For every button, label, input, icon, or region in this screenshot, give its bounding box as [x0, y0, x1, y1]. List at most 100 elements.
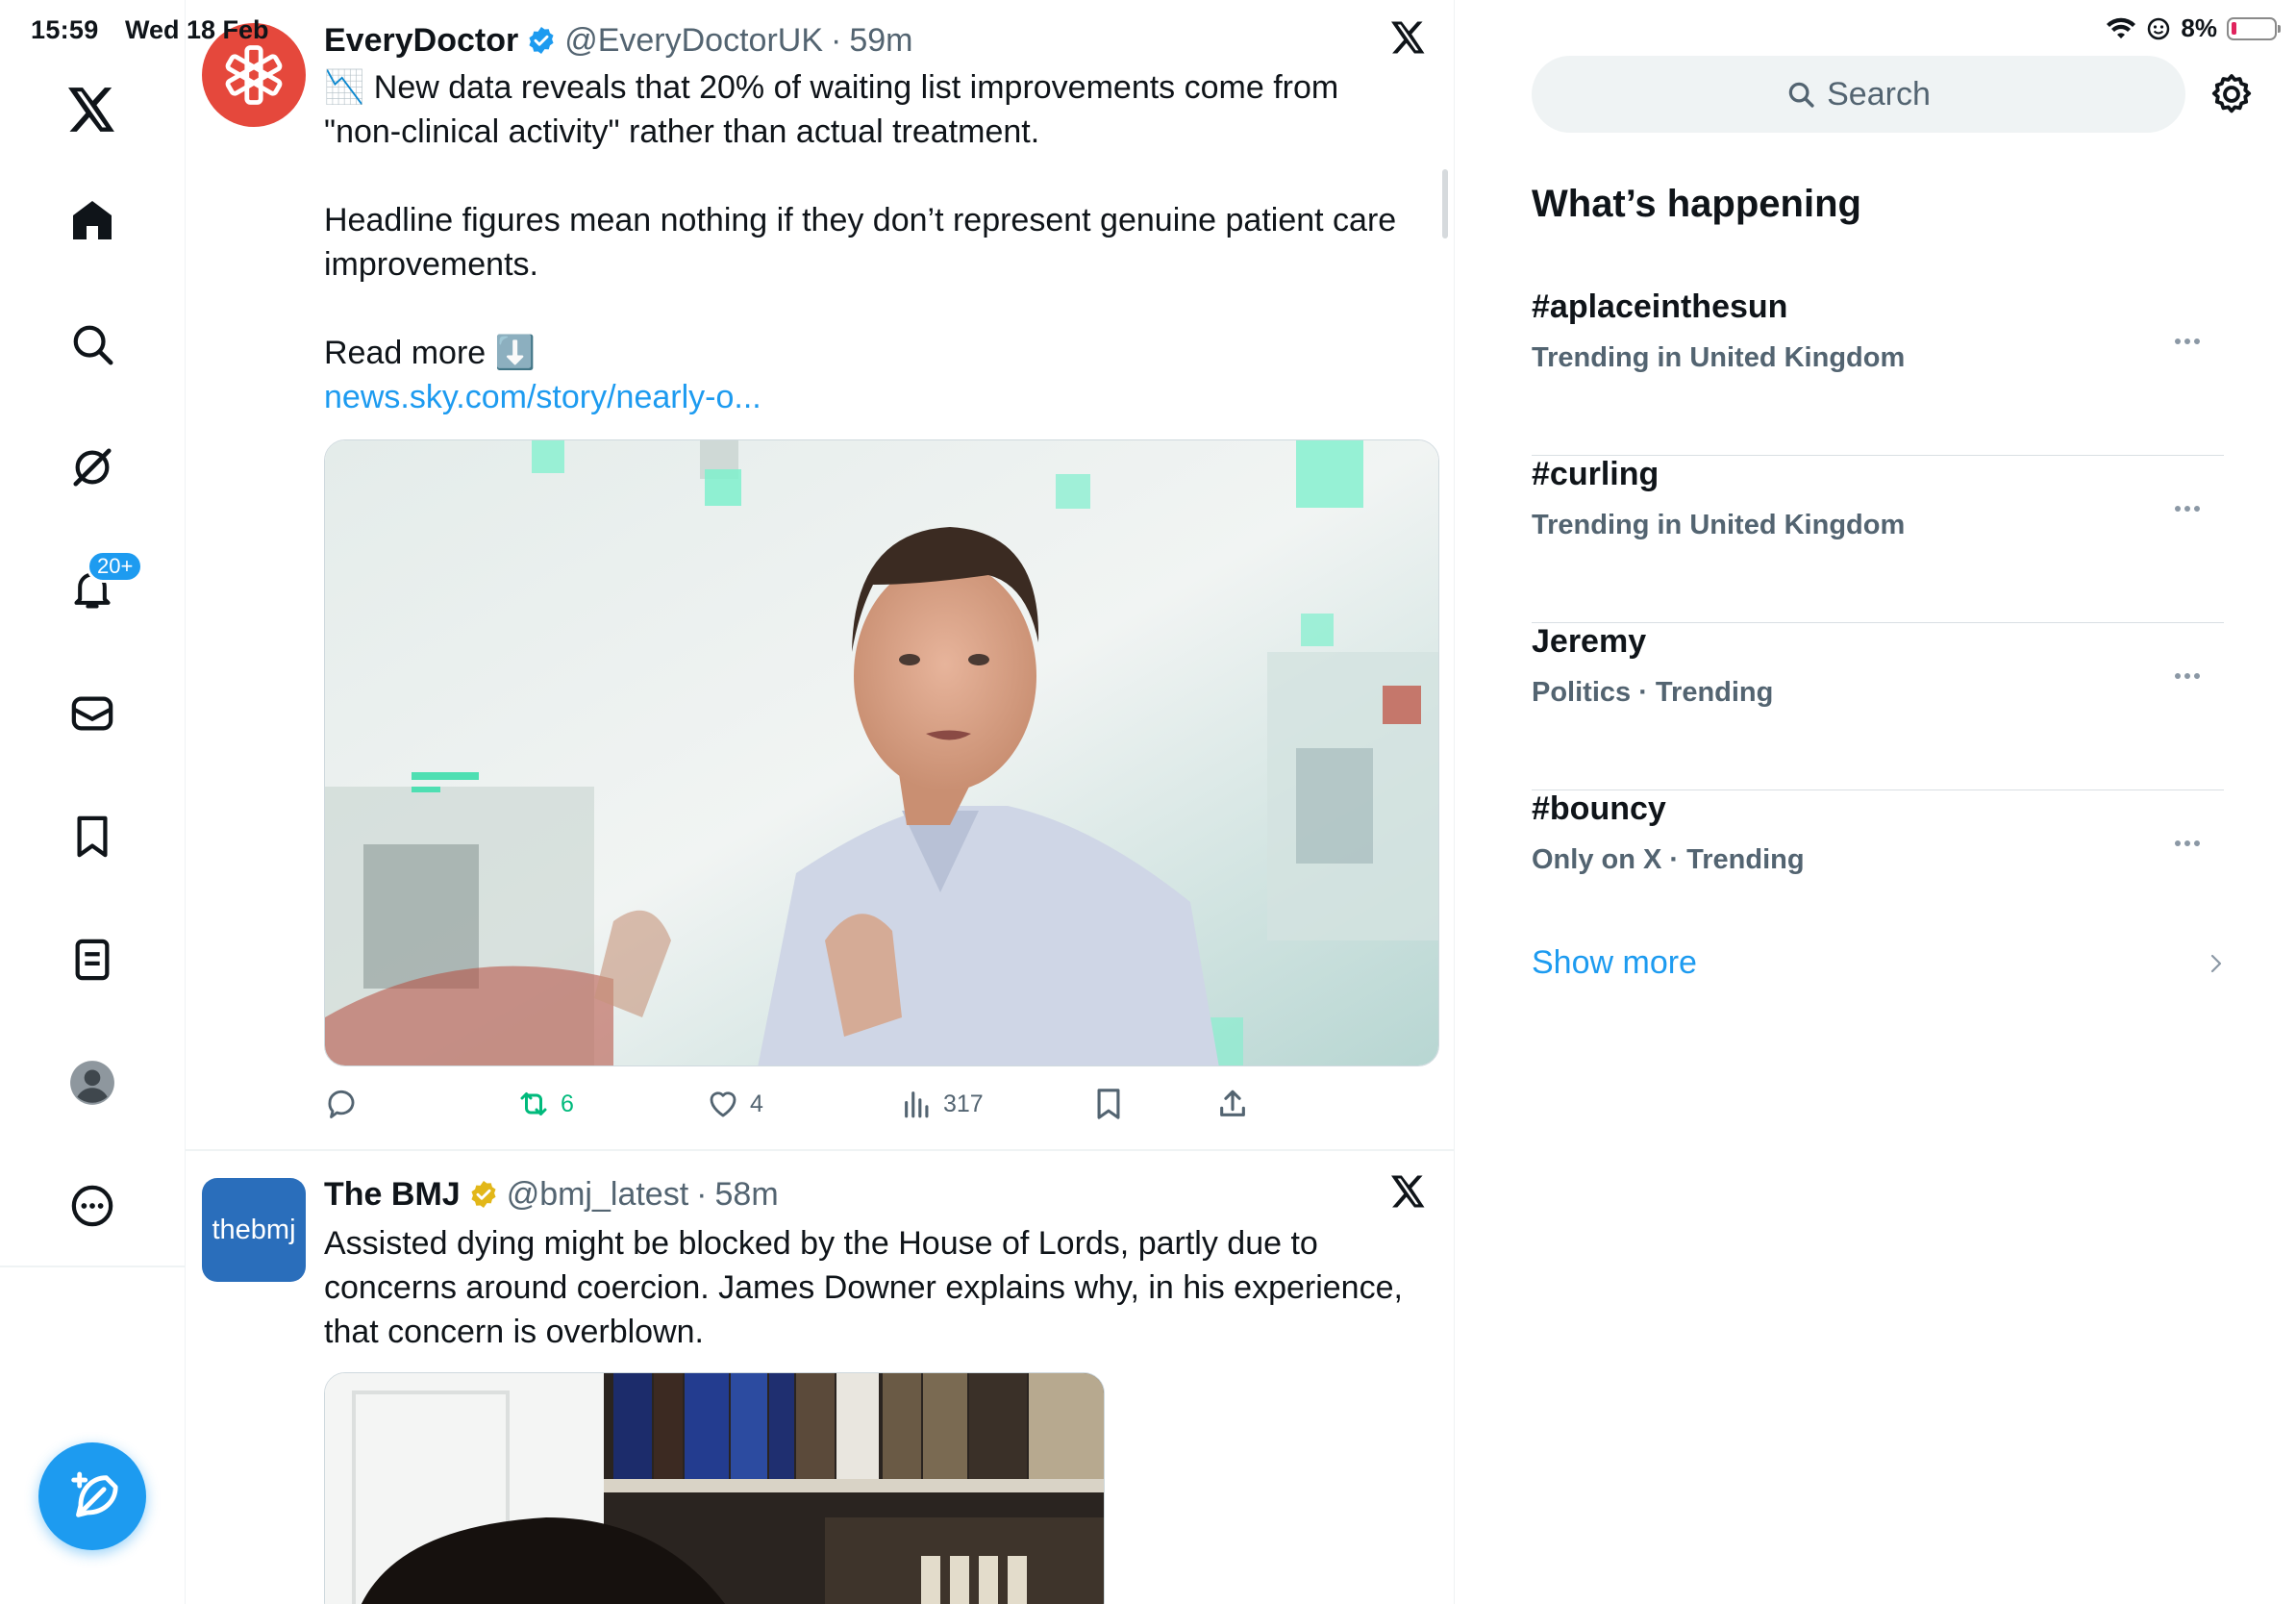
tweet-header: The BMJ @bmj_latest · 58m — [324, 1173, 779, 1216]
search-placeholder: Search — [1827, 75, 1931, 113]
search-icon — [73, 325, 113, 365]
bookmark-icon — [1097, 1089, 1120, 1119]
grok-icon — [73, 448, 112, 487]
trend-meta: Politics · Trending — [1532, 677, 1774, 708]
lists-icon — [75, 939, 110, 981]
retweet-count: 6 — [561, 1090, 574, 1117]
x-source-button[interactable] — [1391, 21, 1434, 63]
tweet-body: Assisted dying might be blocked by the H… — [324, 1221, 1420, 1354]
trend-item[interactable]: #bouncy Only on X · Trending — [1532, 790, 2224, 958]
retweet-button[interactable]: 6 — [516, 1083, 574, 1125]
video-still-bookshelf — [325, 1373, 1104, 1604]
share-icon — [1220, 1090, 1245, 1116]
notifications-badge: 20+ — [87, 550, 144, 583]
author-name[interactable]: The BMJ — [324, 1176, 461, 1214]
feed-scrollbar[interactable] — [1442, 169, 1448, 238]
tweet-time[interactable]: 59m — [849, 22, 912, 60]
trend-name: #curling — [1532, 456, 1660, 492]
search-icon — [1788, 82, 1814, 108]
show-more-link[interactable]: Show more — [1532, 944, 1697, 982]
medical-star-icon — [225, 45, 283, 105]
more-dots-icon[interactable] — [2166, 494, 2209, 523]
trend-item[interactable]: #aplaceinthesun Trending in United Kingd… — [1532, 288, 2224, 456]
avatar-bmj[interactable]: thebmj — [202, 1178, 306, 1282]
more-dots-icon[interactable] — [2166, 662, 2209, 690]
trend-meta: Only on X · Trending — [1532, 844, 1805, 875]
reply-button[interactable] — [324, 1083, 359, 1125]
tweet-time[interactable]: 58m — [715, 1176, 779, 1214]
nav-bookmarks[interactable] — [58, 802, 127, 871]
more-dots-icon[interactable] — [2166, 829, 2209, 858]
share-button[interactable] — [1216, 1083, 1249, 1125]
author-handle[interactable]: @EveryDoctorUK — [564, 22, 823, 60]
analytics-icon — [905, 1091, 929, 1118]
view-count: 317 — [943, 1090, 984, 1117]
trend-name: Jeremy — [1532, 623, 1647, 660]
chevron-right-icon[interactable] — [2205, 950, 2228, 977]
tweet-body: 📉 New data reveals that 20% of waiting l… — [324, 65, 1420, 419]
search-input[interactable]: Search — [1532, 56, 2185, 133]
trend-meta: Trending in United Kingdom — [1532, 510, 1906, 540]
chart-down-emoji: 📉 — [324, 69, 365, 106]
compose-post-button[interactable] — [38, 1442, 146, 1550]
retweet-icon — [520, 1092, 547, 1115]
nav-explore[interactable] — [58, 310, 127, 379]
trend-name: #aplaceinthesun — [1532, 288, 1788, 325]
trend-name: #bouncy — [1532, 790, 1666, 827]
avatar-everydoctor[interactable] — [202, 23, 306, 127]
heart-icon — [710, 1091, 736, 1117]
tweet-link[interactable]: news.sky.com/story/nearly-o... — [324, 375, 1420, 419]
meta-separator: · — [696, 1175, 708, 1213]
nav-grok[interactable] — [58, 433, 127, 502]
like-button[interactable]: 4 — [706, 1083, 763, 1125]
news-photo-man-speaking — [325, 440, 1438, 1065]
tweet-text-paragraph-1: New data reveals that 20% of waiting lis… — [324, 69, 1339, 150]
x-source-button[interactable] — [1391, 1175, 1434, 1217]
settings-button[interactable] — [2209, 71, 2255, 117]
bmj-logo-text: thebmj — [212, 1214, 296, 1245]
meta-separator: · — [831, 21, 842, 59]
tweet-divider — [186, 1149, 1454, 1151]
tweet-text-paragraph-2: Headline figures mean nothing if they do… — [324, 202, 1397, 283]
tweet-actions: 6 4 317 — [324, 1083, 1285, 1125]
tweet-image[interactable] — [324, 1372, 1105, 1604]
nav-profile[interactable] — [58, 1048, 127, 1117]
nav-messages[interactable] — [58, 679, 127, 748]
nav-lists[interactable] — [58, 925, 127, 994]
more-circle-icon — [71, 1185, 113, 1227]
nav-home[interactable] — [58, 186, 127, 255]
nav-notifications[interactable]: 20+ — [58, 550, 144, 625]
like-count: 4 — [750, 1090, 763, 1117]
x-logo-icon — [68, 88, 114, 132]
nav-rail: 20+ — [0, 0, 186, 1604]
profile-avatar-icon — [70, 1061, 114, 1105]
verified-badge-icon — [529, 27, 554, 54]
rail-divider — [0, 1266, 186, 1267]
x-logo-icon — [1391, 21, 1425, 54]
trend-item[interactable]: #curling Trending in United Kingdom — [1532, 456, 2224, 623]
bookmark-icon — [77, 815, 108, 858]
compose-feather-icon — [71, 1471, 118, 1517]
trend-item[interactable]: Jeremy Politics · Trending — [1532, 623, 2224, 790]
x-logo-icon — [1391, 1175, 1425, 1208]
tweet-header: EveryDoctor @EveryDoctorUK · 59m — [324, 19, 912, 62]
x-logo-button[interactable] — [58, 75, 127, 144]
verified-gold-badge-icon — [471, 1181, 496, 1208]
right-sidebar: Search What’s happening #aplaceinthesun … — [1455, 0, 2296, 1604]
bookmark-button[interactable] — [1093, 1083, 1124, 1125]
tweet-text-paragraph-1: Assisted dying might be blocked by the H… — [324, 1225, 1403, 1350]
nav-more[interactable] — [58, 1171, 127, 1241]
more-dots-icon[interactable] — [2166, 327, 2209, 356]
whats-happening-title: What’s happening — [1532, 183, 1861, 225]
mail-icon — [71, 696, 113, 731]
tweet-image[interactable] — [324, 439, 1439, 1066]
author-handle[interactable]: @bmj_latest — [507, 1176, 688, 1214]
gear-icon — [2211, 74, 2252, 113]
tweet-text-paragraph-3: Read more ⬇️ — [324, 335, 536, 371]
home-icon — [73, 201, 112, 239]
timeline-feed: EveryDoctor @EveryDoctorUK · 59m 📉 New d… — [186, 0, 1455, 1604]
views-button[interactable]: 317 — [901, 1083, 984, 1125]
reply-icon — [328, 1090, 355, 1118]
trend-meta: Trending in United Kingdom — [1532, 342, 1906, 373]
author-name[interactable]: EveryDoctor — [324, 22, 518, 60]
